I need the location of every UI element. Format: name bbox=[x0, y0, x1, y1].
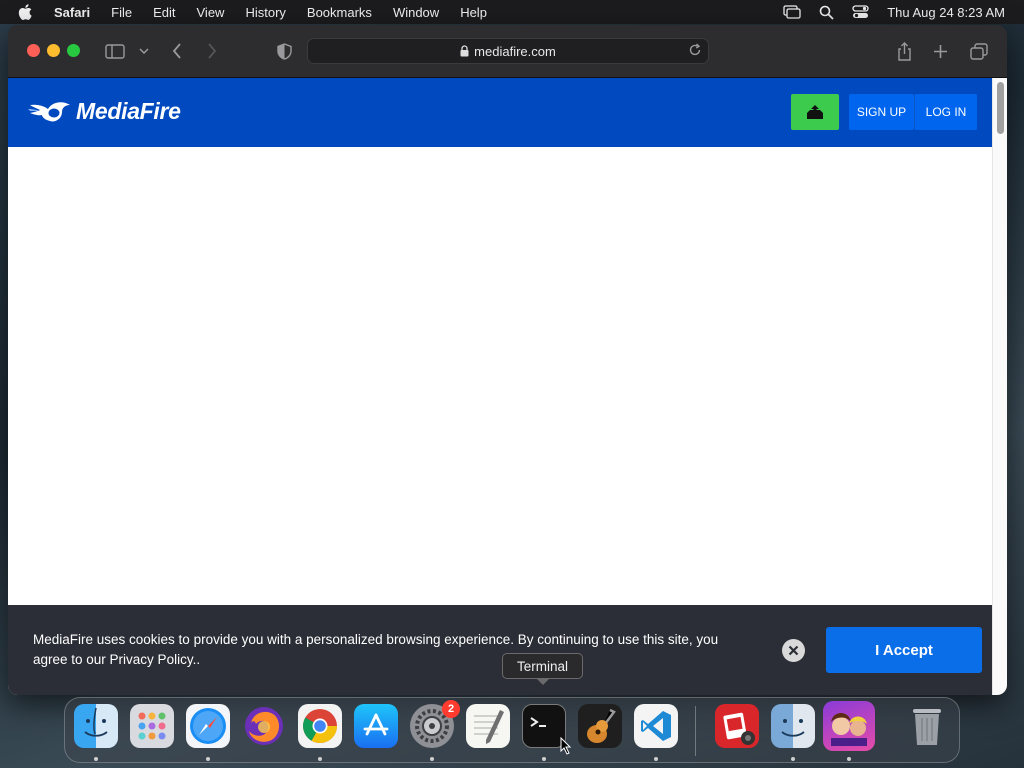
garageband-icon[interactable] bbox=[578, 704, 622, 748]
control-center-icon[interactable] bbox=[852, 5, 869, 19]
scrollbar-thumb[interactable] bbox=[997, 82, 1004, 134]
minimize-window-button[interactable] bbox=[47, 44, 60, 57]
vscode-running-dot bbox=[654, 757, 658, 761]
menu-window[interactable]: Window bbox=[393, 5, 439, 20]
cookie-banner: MediaFire uses cookies to provide you wi… bbox=[8, 605, 992, 695]
upload-icon bbox=[807, 104, 823, 119]
finder-alt-running-dot bbox=[791, 757, 795, 761]
mediafire-logo[interactable]: MediaFire bbox=[28, 98, 181, 125]
chrome-running-dot bbox=[318, 757, 322, 761]
mouse-cursor-icon bbox=[560, 737, 572, 755]
menu-help[interactable]: Help bbox=[460, 5, 487, 20]
vscode-icon[interactable] bbox=[634, 704, 678, 748]
page-scrollbar[interactable] bbox=[992, 78, 1007, 695]
safari-icon[interactable] bbox=[186, 704, 230, 748]
apple-menu-icon[interactable] bbox=[18, 4, 40, 20]
dock-tooltip: Terminal bbox=[502, 653, 583, 679]
trash-icon[interactable] bbox=[905, 704, 949, 748]
finder-alt-icon[interactable] bbox=[771, 704, 815, 748]
menu-history[interactable]: History bbox=[245, 5, 285, 20]
tooltip-arrow bbox=[536, 678, 550, 685]
close-icon bbox=[788, 645, 799, 656]
sign-up-button[interactable]: SIGN UP bbox=[849, 94, 914, 130]
system-preferences-running-dot bbox=[430, 757, 434, 761]
dock: 2 bbox=[64, 697, 960, 763]
mediafire-flame-icon bbox=[28, 101, 70, 121]
game-icon[interactable] bbox=[823, 701, 875, 751]
reload-icon[interactable] bbox=[688, 43, 702, 57]
textedit-icon[interactable] bbox=[466, 704, 510, 748]
menu-view[interactable]: View bbox=[197, 5, 225, 20]
terminal-running-dot bbox=[542, 757, 546, 761]
privacy-shield-icon[interactable] bbox=[274, 39, 294, 63]
menu-file[interactable]: File bbox=[111, 5, 132, 20]
system-preferences-icon[interactable]: 2 bbox=[410, 700, 460, 748]
back-arrow-icon[interactable] bbox=[168, 39, 186, 63]
tab-overview-icon[interactable] bbox=[968, 39, 990, 63]
address-bar[interactable]: mediafire.com bbox=[307, 38, 709, 64]
menu-bookmarks[interactable]: Bookmarks bbox=[307, 5, 372, 20]
dock-separator bbox=[695, 706, 696, 756]
log-in-button[interactable]: LOG IN bbox=[914, 94, 977, 130]
menu-app-name[interactable]: Safari bbox=[54, 5, 90, 20]
notification-badge: 2 bbox=[442, 700, 460, 718]
mediafire-header: MediaFire SIGN UP LOG IN bbox=[8, 78, 992, 147]
accept-cookies-button[interactable]: I Accept bbox=[826, 627, 982, 673]
safari-window: mediafire.com MediaFire SIGN UP LOG IN M… bbox=[8, 25, 1007, 695]
photo-booth-icon[interactable] bbox=[715, 704, 759, 748]
game-running-dot bbox=[847, 757, 851, 761]
upload-button[interactable] bbox=[791, 94, 839, 130]
close-cookie-button[interactable] bbox=[782, 639, 805, 662]
chrome-icon[interactable] bbox=[298, 704, 342, 748]
finder-running-dot bbox=[94, 757, 98, 761]
close-window-button[interactable] bbox=[27, 44, 40, 57]
spotlight-search-icon[interactable] bbox=[819, 5, 834, 20]
browser-toolbar: mediafire.com bbox=[8, 25, 1007, 78]
finder-icon[interactable] bbox=[74, 704, 118, 748]
chevron-down-icon[interactable] bbox=[137, 39, 151, 63]
mediafire-wordmark: MediaFire bbox=[76, 98, 181, 124]
sidebar-toggle-icon[interactable] bbox=[104, 39, 126, 63]
forward-arrow-icon[interactable] bbox=[203, 39, 221, 63]
screen-mirroring-icon[interactable] bbox=[783, 5, 801, 19]
app-store-icon[interactable] bbox=[354, 704, 398, 748]
web-content: MediaFire SIGN UP LOG IN MediaFire uses … bbox=[8, 78, 992, 695]
safari-running-dot bbox=[206, 757, 210, 761]
cookie-message: MediaFire uses cookies to provide you wi… bbox=[33, 632, 719, 667]
lock-icon bbox=[460, 45, 469, 57]
menubar: Safari File Edit View History Bookmarks … bbox=[0, 0, 1024, 24]
menubar-clock[interactable]: Thu Aug 24 8:23 AM bbox=[887, 5, 1005, 20]
new-tab-icon[interactable] bbox=[930, 39, 950, 63]
firefox-icon[interactable] bbox=[242, 704, 286, 748]
menu-edit[interactable]: Edit bbox=[153, 5, 175, 20]
zoom-window-button[interactable] bbox=[67, 44, 80, 57]
launchpad-icon[interactable] bbox=[130, 704, 174, 748]
url-text: mediafire.com bbox=[474, 43, 556, 59]
share-icon[interactable] bbox=[894, 39, 914, 63]
